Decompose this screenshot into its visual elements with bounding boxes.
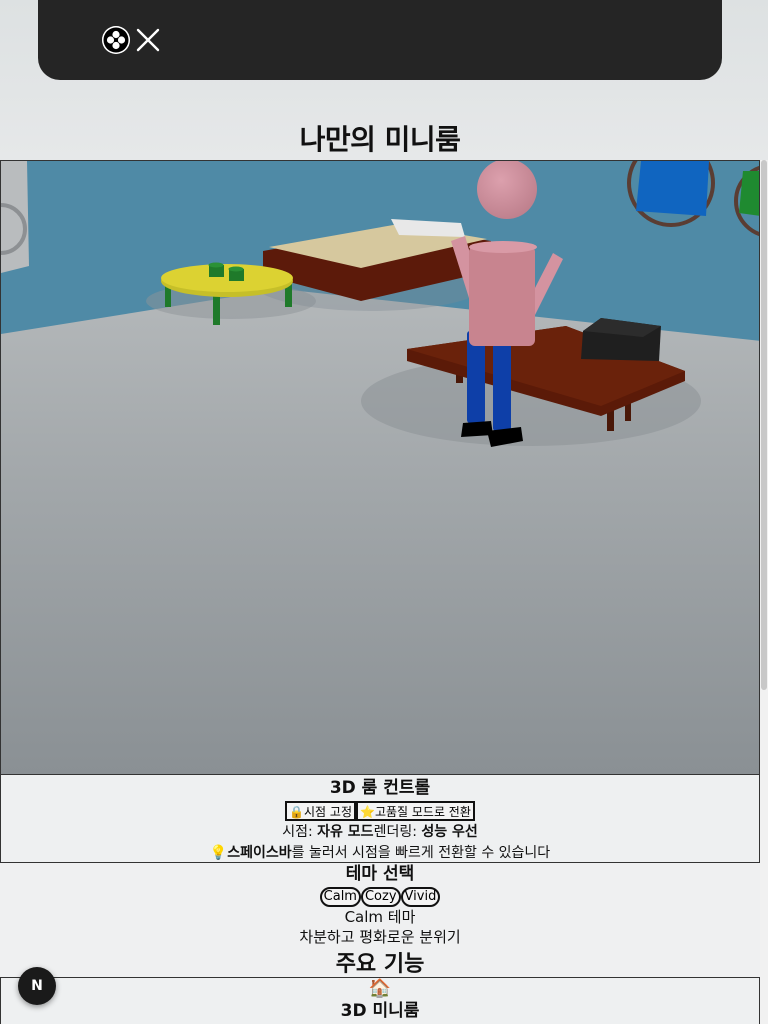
tip-line: 💡스페이스바를 눌러서 시점을 빠르게 전환할 수 있습니다 — [1, 842, 759, 864]
theme-heading: 테마 선택 — [345, 864, 415, 884]
theme-option-calm[interactable]: Calm — [319, 886, 361, 907]
page-title: 나만의 미니룸 — [299, 123, 461, 156]
view-label: 시점: — [282, 824, 318, 840]
render-value: 성능 우선 — [421, 824, 478, 840]
controls-heading: 3D 룸 컨트롤 — [329, 778, 431, 798]
current-theme: Calm 테마 — [344, 908, 416, 926]
theme-option-vivid[interactable]: Vivid — [400, 886, 441, 907]
theme-selector: 테마 선택 Calm Cozy Vivid Calm 테마 차분하고 평화로운 분위… — [0, 863, 760, 947]
close-icon[interactable] — [134, 26, 162, 54]
feature-name: 3D 미니룸 — [340, 1001, 420, 1021]
top-bar — [38, 0, 722, 80]
feature-card: 🏠 3D 미니룸 — [0, 977, 760, 1024]
lightbulb-icon: 💡 — [209, 845, 228, 861]
clover-icon[interactable] — [102, 26, 130, 54]
status-line: 시점: 자유 모드렌더링: 성능 우선 — [1, 822, 759, 842]
theme-option-cozy[interactable]: Cozy — [360, 886, 401, 907]
room-controls-panel: 3D 룸 컨트롤 🔒시점 고정 ⭐고품질 모드로 전환 시점: 자유 모드렌더링:… — [0, 775, 760, 863]
n-badge-button[interactable]: N — [18, 967, 56, 1005]
render-label: 렌더링: — [373, 824, 422, 840]
house-icon: 🏠 — [368, 978, 392, 999]
page-scrollbar[interactable] — [760, 160, 768, 1024]
view-value: 자유 모드 — [317, 824, 374, 840]
lock-view-button[interactable]: 🔒시점 고정 — [285, 801, 356, 821]
cabinet — [1, 161, 29, 273]
high-quality-button[interactable]: ⭐고품질 모드로 전환 — [356, 801, 475, 821]
app-page: 나만의 미니룸 3D 룸 컨트롤 🔒시점 고정 ⭐고품질 모드로 전환 시점: … — [0, 0, 768, 1024]
room-3d-viewport[interactable] — [0, 160, 760, 775]
tip-text: 를 눌러서 시점을 빠르게 전환할 수 있습니다 — [291, 845, 551, 861]
theme-description: 차분하고 평화로운 분위기 — [299, 928, 461, 946]
scrollbar-thumb[interactable] — [761, 160, 767, 690]
tip-key: 스페이스바 — [227, 845, 292, 861]
features-heading: 주요 기능 — [335, 952, 425, 977]
